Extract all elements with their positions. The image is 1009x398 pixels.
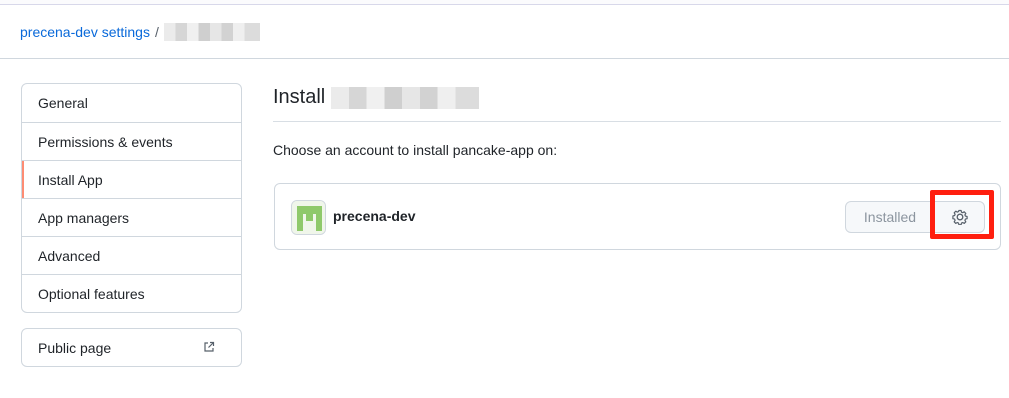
breadcrumb-separator: / <box>154 24 159 40</box>
redacted-app-name <box>163 23 260 41</box>
installed-button[interactable]: Installed <box>845 201 935 233</box>
external-link-icon <box>204 341 215 352</box>
redacted-title-app-name <box>331 86 480 109</box>
public-page-link[interactable]: Public page <box>21 328 242 367</box>
sidebar-item-install-app[interactable]: Install App <box>22 160 241 198</box>
sidebar-item-advanced[interactable]: Advanced <box>22 236 241 274</box>
account-row: precena-dev Installed <box>274 183 1001 250</box>
page-title-text: Install <box>273 86 326 108</box>
settings-breadcrumb-link[interactable]: precena-dev settings <box>20 24 150 40</box>
page-header: precena-dev settings / <box>0 5 1009 59</box>
title-divider <box>273 121 1001 122</box>
breadcrumb: precena-dev settings / <box>20 23 260 41</box>
settings-sidebar: General Permissions & events Install App… <box>21 83 242 313</box>
account-name[interactable]: precena-dev <box>333 208 415 224</box>
account-avatar <box>291 200 326 235</box>
install-instructions: Choose an account to install pancake-app… <box>273 142 558 158</box>
sidebar-item-optional-features[interactable]: Optional features <box>22 274 241 312</box>
avatar-identicon <box>292 201 325 234</box>
sidebar-item-permissions-events[interactable]: Permissions & events <box>22 122 241 160</box>
sidebar-item-app-managers[interactable]: App managers <box>22 198 241 236</box>
sidebar-item-general[interactable]: General <box>22 84 241 122</box>
page-title: Install <box>273 86 480 109</box>
highlight-box <box>930 190 994 239</box>
public-page-label: Public page <box>38 340 112 356</box>
